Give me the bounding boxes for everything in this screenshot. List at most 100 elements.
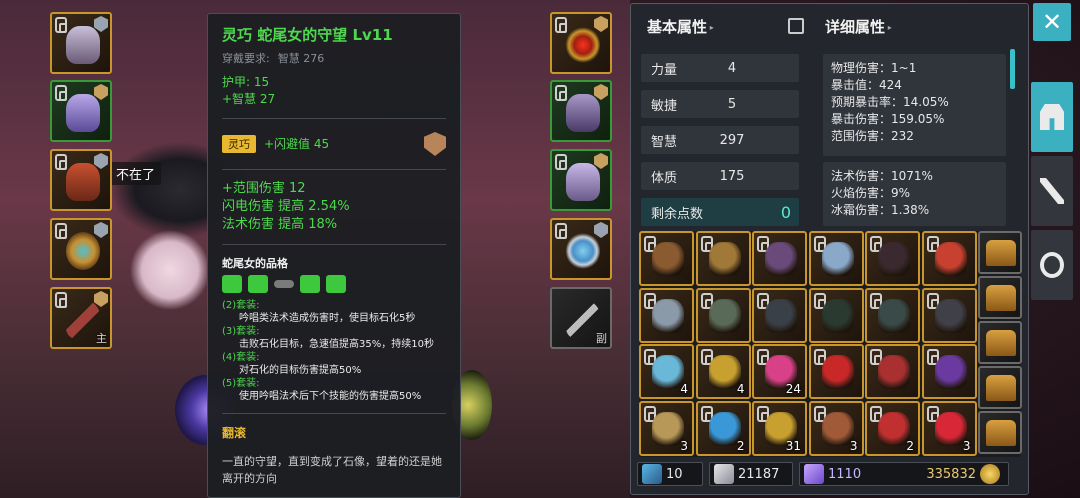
staff-icon — [66, 301, 100, 339]
item-icon — [934, 355, 967, 389]
bonus-line: 闪电伤害 提高 2.54% — [222, 199, 350, 214]
inventory-slot[interactable]: 31 — [752, 400, 807, 456]
inventory-slot[interactable]: 3 — [639, 400, 694, 456]
item-count: 31 — [785, 438, 801, 453]
item-icon — [652, 242, 684, 276]
inventory-slot[interactable] — [808, 231, 864, 286]
lock-icon — [555, 223, 567, 239]
lock-icon — [55, 154, 67, 170]
detail-line: 暴击伤害：159.05% — [831, 112, 945, 126]
weapon-stat: 10 — [637, 462, 703, 486]
swap-icon[interactable] — [788, 18, 804, 34]
detail-line: 预期暴击率：14.05% — [831, 95, 949, 109]
enchant-row: 灵巧 +闪避值 45 — [222, 129, 446, 159]
tab-target[interactable] — [1031, 230, 1073, 300]
attr-row-strength: 力量 4 — [641, 54, 799, 82]
inventory-slot[interactable] — [752, 231, 807, 286]
free-points-row: 剩余点数 0 — [641, 198, 799, 226]
item-count: 24 — [785, 382, 801, 396]
inventory-slot[interactable] — [808, 344, 864, 399]
item-title: 灵巧 蛇尾女的守望 Lv11 — [222, 26, 393, 44]
sword-icon — [566, 301, 600, 339]
equip-slot-ring[interactable] — [50, 218, 112, 280]
chest-slot[interactable] — [978, 411, 1022, 454]
equip-slot-pants[interactable] — [50, 149, 112, 211]
helmet-icon — [66, 26, 100, 64]
attr-row-constitution: 体质 175 — [641, 162, 799, 190]
divider — [222, 413, 446, 414]
set-armor-icon — [248, 275, 268, 293]
equip-slot-weapon-main[interactable]: 主 — [50, 287, 112, 349]
npc-name-label: 不在了 — [110, 162, 162, 185]
item-icon — [652, 298, 684, 333]
lock-icon — [55, 85, 67, 101]
quality-badge-icon — [94, 222, 108, 238]
equip-slot-armor[interactable] — [50, 80, 112, 142]
item-icon — [765, 242, 797, 276]
flavor-title: 翻滚 — [222, 426, 247, 440]
chest-slot[interactable] — [978, 321, 1022, 364]
detail-line: 法术伤害：1071% — [831, 169, 933, 183]
inventory-slot[interactable] — [921, 287, 977, 343]
set-gloves-icon — [300, 275, 320, 293]
equip-slot-boots[interactable] — [550, 149, 612, 211]
chest-slot[interactable] — [978, 276, 1022, 319]
lock-icon — [555, 85, 567, 101]
inventory-slot[interactable]: 3 — [808, 400, 864, 456]
inventory-slot[interactable] — [921, 231, 977, 286]
set-boots-icon — [326, 275, 346, 293]
inventory-slot[interactable] — [865, 287, 920, 343]
inventory-slot[interactable] — [639, 231, 694, 286]
equip-slot-helmet[interactable] — [50, 12, 112, 74]
set-title: 蛇尾女的品格 — [222, 257, 288, 270]
attr-row-wisdom: 智慧 297 — [641, 126, 799, 154]
item-icon — [878, 298, 910, 333]
item-icon — [878, 242, 910, 276]
chest-slot[interactable] — [978, 231, 1022, 274]
inventory-slot[interactable]: 4 — [639, 344, 694, 399]
basic-attr-title[interactable]: 基本属性 — [647, 16, 714, 37]
item-count: 3 — [849, 438, 858, 453]
chest-slot[interactable] — [978, 366, 1022, 409]
inventory-slot[interactable]: 24 — [752, 344, 807, 399]
tab-skills[interactable] — [1031, 156, 1073, 226]
inventory-slot[interactable] — [752, 287, 807, 343]
lock-icon — [55, 223, 67, 239]
item-icon — [934, 411, 967, 446]
gold-coin-icon — [980, 464, 1000, 484]
inventory-slot[interactable]: 2 — [695, 400, 751, 456]
tab-equipment[interactable] — [1031, 82, 1073, 152]
inventory-slot[interactable] — [808, 287, 864, 343]
target-icon — [1040, 252, 1064, 278]
equip-slot-necklace[interactable] — [550, 12, 612, 74]
inventory-slot[interactable]: 2 — [865, 400, 920, 456]
detail-scrollbar[interactable] — [1010, 49, 1015, 89]
equip-slot-gloves[interactable] — [550, 80, 612, 142]
equip-slot-ring2[interactable] — [550, 218, 612, 280]
close-button[interactable]: ✕ — [1033, 3, 1071, 41]
detail-attr-title[interactable]: 详细属性 — [825, 16, 892, 37]
set-bonus-desc: 使用吟唱法术后下个技能的伤害提高50% — [239, 391, 422, 402]
ring-icon — [566, 232, 600, 270]
main-hand-label: 主 — [96, 332, 107, 345]
inventory-slot[interactable] — [921, 344, 977, 399]
item-count: 4 — [680, 382, 688, 396]
inventory-slot[interactable] — [695, 231, 751, 286]
set-bonus-label: (4)套装: — [222, 352, 260, 363]
enchant-tag: 灵巧 — [222, 135, 256, 153]
pants-icon — [66, 163, 100, 201]
detail-line: 物理伤害：1~1 — [831, 61, 917, 75]
currency-bar: 10 21187 1110 335832 — [637, 462, 1009, 486]
inventory-slot[interactable] — [865, 344, 920, 399]
inventory-slot[interactable] — [639, 287, 694, 343]
detail-line: 范围伤害：232 — [831, 129, 914, 143]
detail-group-magic: 法术伤害：1071% 火焰伤害：9% 冰霜伤害：1.38% — [823, 162, 1006, 226]
detail-line: 暴击值：424 — [831, 78, 902, 92]
inventory-slot[interactable] — [865, 231, 920, 286]
inventory-slot[interactable]: 4 — [695, 344, 751, 399]
inventory-slot[interactable]: 3 — [921, 400, 977, 456]
inventory-slot[interactable] — [695, 287, 751, 343]
quality-badge-icon — [594, 16, 608, 32]
equip-slot-weapon-off[interactable]: 副 — [550, 287, 612, 349]
lock-icon — [55, 17, 67, 33]
